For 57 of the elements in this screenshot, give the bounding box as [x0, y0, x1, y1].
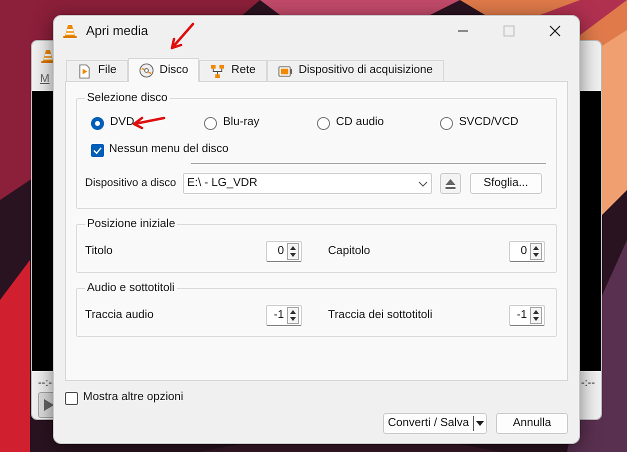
radio-label: Blu-ray	[223, 115, 260, 130]
close-icon[interactable]	[549, 25, 561, 37]
file-play-icon	[77, 64, 92, 78]
up-down-arrows-icon[interactable]	[287, 243, 299, 260]
field-label: Capitolo	[328, 244, 370, 259]
checkbox[interactable]	[91, 144, 104, 156]
device-dropdown[interactable]: E:\ - LG_VDR	[183, 173, 432, 194]
spin-value: 0	[276, 244, 285, 259]
spin-box[interactable]: -1	[266, 305, 302, 326]
radio-label: SVCD/VCD	[459, 115, 518, 130]
spin-value: -1	[516, 308, 528, 323]
disc-icon	[138, 63, 154, 78]
field-label: Traccia dei sottotitoli	[328, 308, 432, 323]
radio-label: CD audio	[336, 115, 384, 130]
spin-box[interactable]: 0	[266, 241, 302, 262]
menu-item[interactable]: M	[40, 71, 50, 87]
capture-device-icon	[278, 64, 293, 78]
spin-box[interactable]: 0	[509, 241, 545, 262]
time-label: --:-	[38, 376, 52, 391]
radio-option[interactable]: CD audio	[317, 113, 440, 133]
convert-split-button[interactable]: Converti / Salva	[382, 413, 487, 434]
radio-option[interactable]: SVCD/VCD	[440, 113, 542, 133]
tab[interactable]: Dispositivo di acquisizione	[266, 60, 444, 81]
radio-button[interactable]	[317, 116, 330, 130]
eject-icon	[444, 178, 456, 188]
checkmark-icon	[93, 146, 102, 154]
traffic-cone-icon	[62, 23, 78, 39]
up-down-arrows-icon[interactable]	[530, 243, 542, 260]
up-down-arrows-icon[interactable]	[287, 307, 299, 324]
checkbox[interactable]	[65, 392, 78, 404]
window-title: Apri media	[86, 22, 148, 40]
spin-box[interactable]: -1	[509, 305, 545, 326]
radio-button[interactable]	[91, 116, 104, 130]
cancel-button[interactable]: Annulla	[496, 413, 568, 434]
network-icon	[210, 64, 226, 78]
tab[interactable]: Disco	[128, 58, 200, 82]
radio-button[interactable]	[204, 116, 217, 130]
radio-option[interactable]: Blu-ray	[204, 113, 317, 133]
chevron-down-icon	[418, 180, 428, 186]
radio-option[interactable]: DVD	[91, 113, 204, 133]
spin-value: -1	[272, 308, 285, 323]
up-down-arrows-icon[interactable]	[530, 307, 542, 324]
tab[interactable]: File	[66, 60, 128, 81]
field-label: Titolo	[85, 244, 113, 259]
tab[interactable]: Rete	[199, 60, 267, 81]
checkbox-label: Nessun menu del disco	[109, 142, 229, 158]
checkbox-label: Mostra altre opzioni	[83, 390, 184, 406]
time-label: -:--	[580, 376, 595, 391]
dropdown-value: E:\ - LG_VDR	[187, 176, 258, 191]
radio-label: DVD	[110, 115, 134, 130]
eject-button[interactable]	[440, 173, 461, 194]
browse-button[interactable]: Sfoglia...	[470, 173, 542, 194]
field-label: Traccia audio	[85, 308, 154, 323]
button-label[interactable]: Converti / Salva	[384, 414, 473, 432]
field-label: Dispositivo a disco	[85, 176, 178, 192]
radio-button[interactable]	[440, 116, 453, 130]
spin-value: 0	[520, 244, 528, 259]
